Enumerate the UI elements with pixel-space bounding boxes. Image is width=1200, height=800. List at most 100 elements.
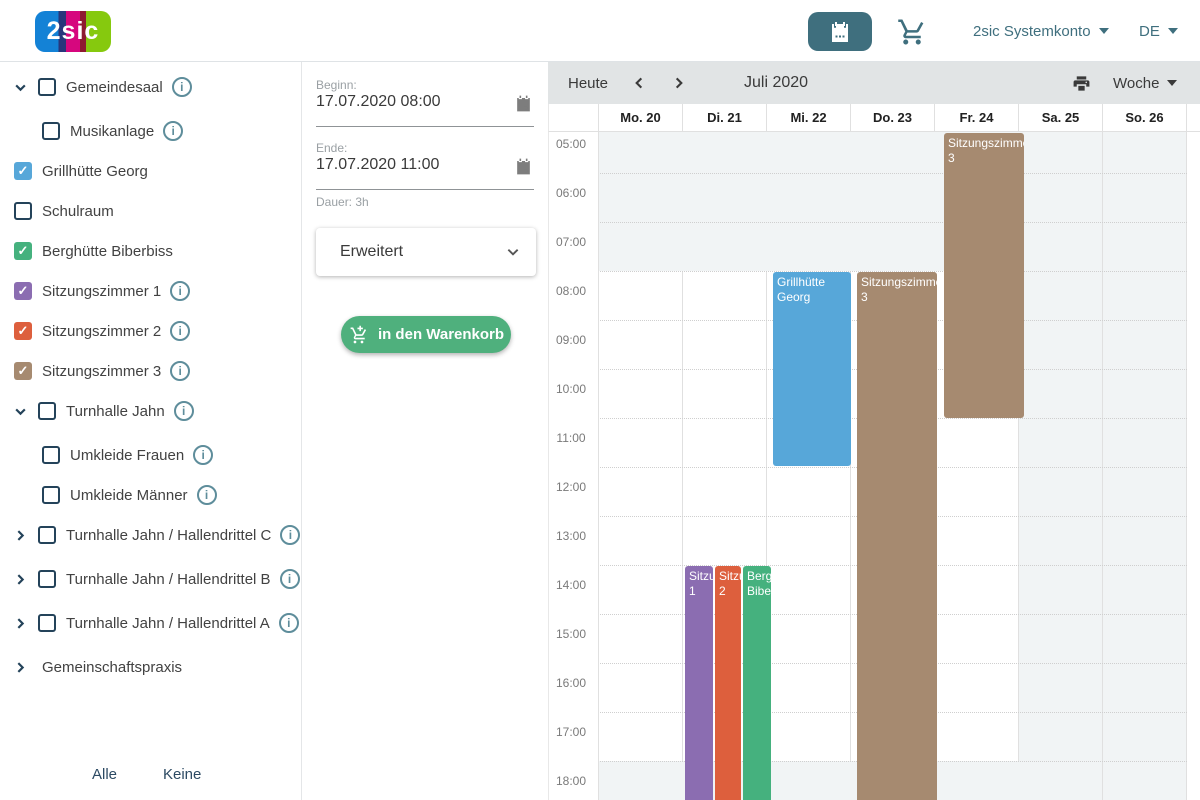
advanced-dropdown[interactable]: Erweitert — [316, 228, 536, 276]
item-label: Sitzungszimmer 3 — [42, 362, 162, 380]
chevron-down-icon — [506, 245, 520, 259]
day-header-so: So. 26 — [1103, 104, 1187, 132]
item-label: Umkleide Frauen — [70, 446, 185, 464]
event-sitzungszimmer3-fr[interactable]: Sitzungszimmer 3 — [944, 133, 1024, 418]
chevron-down-icon[interactable] — [8, 75, 32, 99]
day-column-mo[interactable] — [599, 132, 683, 800]
info-icon[interactable]: i — [170, 321, 191, 341]
chevron-down-icon[interactable] — [8, 399, 32, 423]
info-icon[interactable]: i — [193, 445, 214, 465]
sidebar-item-umkleide-maenner: Umkleide Männer i — [0, 475, 301, 515]
checkbox-grillhuette-georg[interactable] — [14, 162, 32, 180]
chevron-down-icon — [1167, 28, 1178, 34]
item-label: Turnhalle Jahn / Hallendrittel A — [66, 614, 270, 632]
day-header-di: Di. 21 — [683, 104, 767, 132]
non-business-shade — [683, 132, 767, 271]
chevron-right-icon[interactable] — [8, 655, 32, 679]
grid-right-strip — [1187, 132, 1200, 800]
begin-input[interactable]: 17.07.2020 08:00 — [316, 93, 441, 111]
checkbox-hallendrittel-a[interactable] — [38, 614, 56, 632]
select-none-button[interactable]: Keine — [163, 766, 201, 783]
checkbox-sitzungszimmer-1[interactable] — [14, 282, 32, 300]
day-header-fr: Fr. 24 — [935, 104, 1019, 132]
prev-week-button[interactable] — [632, 62, 646, 104]
sidebar-item-umkleide-frauen: Umkleide Frauen i — [0, 435, 301, 475]
event-sitzungszimmer2-di[interactable]: Sitzungszimmer 2 — [715, 566, 741, 800]
day-column-mi[interactable] — [767, 132, 851, 800]
day-column-so[interactable] — [1103, 132, 1187, 800]
checkbox-berghuette-biberbiss[interactable] — [14, 242, 32, 260]
checkbox-umkleide-maenner[interactable] — [42, 486, 60, 504]
app-logo[interactable]: 2sic — [35, 11, 111, 52]
checkbox-hallendrittel-c[interactable] — [38, 526, 56, 544]
chevron-right-icon[interactable] — [8, 611, 32, 635]
next-week-button[interactable] — [672, 62, 686, 104]
time-label: 07:00 — [555, 235, 587, 249]
cart-icon — [897, 17, 927, 47]
calendar-view-button[interactable] — [808, 12, 872, 51]
non-business-shade — [599, 761, 683, 800]
time-label: 18:00 — [555, 774, 587, 788]
view-label: Woche — [1113, 74, 1160, 92]
info-icon[interactable]: i — [173, 401, 194, 421]
print-button[interactable] — [1072, 62, 1091, 104]
sidebar-item-berghuette-biberbiss: Berghütte Biberbiss — [0, 231, 301, 271]
chevron-right-icon[interactable] — [8, 523, 32, 547]
chevron-left-icon — [632, 76, 646, 90]
event-sitzungszimmer1-di[interactable]: Sitzungszimmer 1 — [685, 566, 713, 800]
day-column-sa[interactable] — [1019, 132, 1103, 800]
end-underline — [316, 189, 534, 190]
sidebar-item-hallendrittel-b: Turnhalle Jahn / Hallendrittel B i — [0, 559, 301, 599]
cart-button[interactable] — [897, 17, 927, 47]
checkbox-turnhalle-jahn[interactable] — [38, 402, 56, 420]
chevron-down-icon — [1167, 80, 1178, 86]
end-input[interactable]: 17.07.2020 11:00 — [316, 156, 439, 174]
info-icon[interactable]: i — [170, 361, 191, 381]
item-label: Sitzungszimmer 2 — [42, 322, 162, 340]
add-to-cart-button[interactable]: in den Warenkorb — [341, 316, 511, 353]
calendar-grid: 05:00 06:00 07:00 08:00 09:00 10:00 11:0… — [548, 132, 1200, 800]
non-business-shade — [767, 761, 851, 800]
info-icon[interactable]: i — [163, 121, 184, 141]
app-header: 2sic 2sic Systemkonto DE — [0, 0, 1200, 62]
cart-plus-icon — [348, 324, 369, 345]
today-button[interactable]: Heute — [568, 62, 608, 104]
account-dropdown[interactable]: 2sic Systemkonto — [973, 0, 1109, 62]
view-dropdown[interactable]: Woche — [1113, 62, 1178, 104]
checkbox-gemeindesaal[interactable] — [38, 78, 56, 96]
info-icon[interactable]: i — [170, 281, 191, 301]
checkbox-sitzungszimmer-3[interactable] — [14, 362, 32, 380]
resource-sidebar: Gemeindesaal i Musikanlage i Grillhütte … — [0, 62, 302, 800]
info-icon[interactable]: i — [196, 485, 217, 505]
end-datepicker-icon[interactable] — [514, 157, 533, 176]
info-icon[interactable]: i — [279, 569, 300, 589]
begin-underline — [316, 126, 534, 127]
time-label: 09:00 — [555, 333, 587, 347]
event-sitzungszimmer3-do[interactable]: Sitzungszimmer 3 — [857, 272, 937, 800]
checkbox-sitzungszimmer-2[interactable] — [14, 322, 32, 340]
calendar-toolbar: Heute Juli 2020 Woche — [548, 62, 1200, 104]
event-berghuette-biberbiss-di[interactable]: Berghütte Biberbiss — [743, 566, 771, 800]
non-business-shade — [767, 132, 851, 271]
info-icon[interactable]: i — [280, 525, 301, 545]
non-business-shade — [935, 761, 1019, 800]
checkbox-umkleide-frauen[interactable] — [42, 446, 60, 464]
language-dropdown[interactable]: DE — [1139, 0, 1178, 62]
non-business-shade — [599, 132, 683, 271]
sidebar-item-schulraum: Schulraum — [0, 191, 301, 231]
calendar-icon — [828, 20, 852, 44]
event-title: Berghütte Biberbiss — [747, 569, 771, 598]
checkbox-hallendrittel-b[interactable] — [38, 570, 56, 588]
info-icon[interactable]: i — [171, 77, 192, 97]
event-grillhuette-georg-mi[interactable]: Grillhütte Georg — [773, 272, 851, 466]
time-label: 08:00 — [555, 284, 587, 298]
info-icon[interactable]: i — [278, 613, 299, 633]
sidebar-item-turnhalle-jahn: Turnhalle Jahn i — [0, 391, 301, 431]
item-label: Turnhalle Jahn — [66, 402, 165, 420]
select-all-button[interactable]: Alle — [92, 766, 117, 783]
event-title: Sitzungszimmer 3 — [861, 275, 937, 304]
chevron-right-icon[interactable] — [8, 567, 32, 591]
begin-datepicker-icon[interactable] — [514, 94, 533, 113]
checkbox-musikanlage[interactable] — [42, 122, 60, 140]
checkbox-schulraum[interactable] — [14, 202, 32, 220]
